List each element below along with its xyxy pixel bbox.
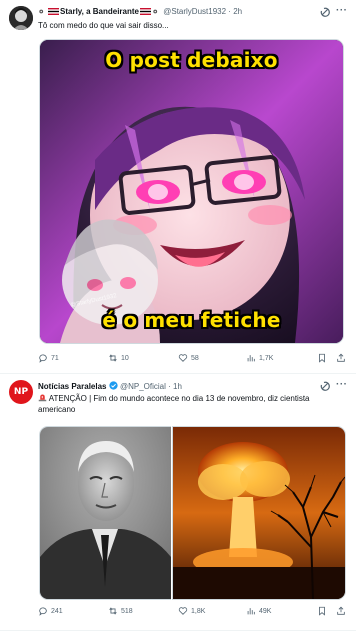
nuclear-explosion-image xyxy=(173,427,345,599)
post-text: Tô com medo do que vai sair disso... xyxy=(38,21,169,30)
siren-icon xyxy=(38,394,47,402)
grok-icon[interactable] xyxy=(319,380,331,392)
like-count: 58 xyxy=(191,354,199,362)
bookmark-icon xyxy=(319,606,325,616)
repost-count: 10 xyxy=(121,354,129,362)
bookmark-button[interactable] xyxy=(317,353,327,363)
separator-dot: · xyxy=(168,382,171,391)
action-bar: 71 10 58 1,7K xyxy=(38,353,348,367)
share-button[interactable] xyxy=(336,353,346,363)
bookmark-button[interactable] xyxy=(317,606,327,616)
meme-bottom-caption: é o meu fetiche xyxy=(102,308,281,332)
post-header: Notícias Paralelas @NP_Oficial · 1h xyxy=(38,381,182,391)
reply-icon xyxy=(39,607,47,616)
share-icon xyxy=(337,606,345,615)
post-starly[interactable]: Starly, a Bandeirante @StarlyDust1932 · … xyxy=(0,0,356,372)
verified-badge-icon xyxy=(109,381,118,390)
repost-button[interactable]: 10 xyxy=(108,353,129,363)
avatar-logo-text: NP xyxy=(13,387,29,397)
avatar-image xyxy=(9,6,33,30)
avatar[interactable]: NP xyxy=(9,380,33,404)
anime-girl-image xyxy=(40,40,343,343)
handle[interactable]: @NP_Oficial xyxy=(120,382,166,391)
timestamp[interactable]: 2h xyxy=(233,7,242,16)
reply-button[interactable]: 71 xyxy=(38,353,59,363)
repost-icon xyxy=(109,354,117,362)
repost-icon xyxy=(109,607,117,615)
repost-count: 518 xyxy=(121,607,133,615)
post-text-block: ATENÇÃO | Fim do mundo acontece no dia 1… xyxy=(38,393,318,415)
separator-dot: · xyxy=(228,7,231,16)
post-np[interactable]: NP Notícias Paralelas @NP_Oficial · 1h ·… xyxy=(0,374,356,631)
reply-button[interactable]: 241 xyxy=(38,606,63,616)
like-count: 1,8K xyxy=(191,607,206,615)
bookmark-icon xyxy=(319,353,325,363)
scientist-portrait-image xyxy=(40,427,171,599)
views-icon xyxy=(247,355,255,362)
like-icon xyxy=(178,607,188,615)
flag-icon xyxy=(140,8,151,16)
grok-icon[interactable] xyxy=(319,6,331,18)
timestamp[interactable]: 1h xyxy=(173,382,182,391)
views-count: 49K xyxy=(259,607,272,615)
more-icon[interactable]: ··· xyxy=(336,5,348,16)
reply-count: 71 xyxy=(51,354,59,362)
display-name[interactable]: Starly, a Bandeirante xyxy=(60,7,139,16)
more-icon[interactable]: ··· xyxy=(336,379,348,390)
action-bar: 241 518 1,8K 49K xyxy=(38,606,348,620)
like-icon xyxy=(178,354,188,362)
like-button[interactable]: 58 xyxy=(178,353,199,363)
reply-count: 241 xyxy=(51,607,63,615)
display-name[interactable]: Notícias Paralelas xyxy=(38,382,106,391)
flag-icon xyxy=(39,9,44,14)
post-media[interactable]: O post debaixo é o meu fetiche @StarlyDu… xyxy=(39,39,344,344)
post-header: Starly, a Bandeirante @StarlyDust1932 · … xyxy=(38,7,242,16)
like-button[interactable]: 1,8K xyxy=(178,606,205,616)
views-count: 1,7K xyxy=(259,354,274,362)
views-button[interactable]: 1,7K xyxy=(246,353,273,363)
share-icon xyxy=(337,353,345,362)
meme-top-caption: O post debaixo xyxy=(105,48,278,72)
post-media-right[interactable] xyxy=(172,426,346,600)
handle[interactable]: @StarlyDust1932 xyxy=(163,7,226,16)
post-text: ATENÇÃO | Fim do mundo acontece no dia 1… xyxy=(38,394,310,414)
reply-icon xyxy=(39,354,47,363)
views-button[interactable]: 49K xyxy=(246,606,271,616)
flag-icon xyxy=(153,9,158,14)
share-button[interactable] xyxy=(336,606,346,616)
views-icon xyxy=(247,608,255,615)
post-media-left[interactable] xyxy=(39,426,171,600)
flag-icon xyxy=(48,8,59,16)
avatar[interactable] xyxy=(9,6,33,30)
repost-button[interactable]: 518 xyxy=(108,606,133,616)
